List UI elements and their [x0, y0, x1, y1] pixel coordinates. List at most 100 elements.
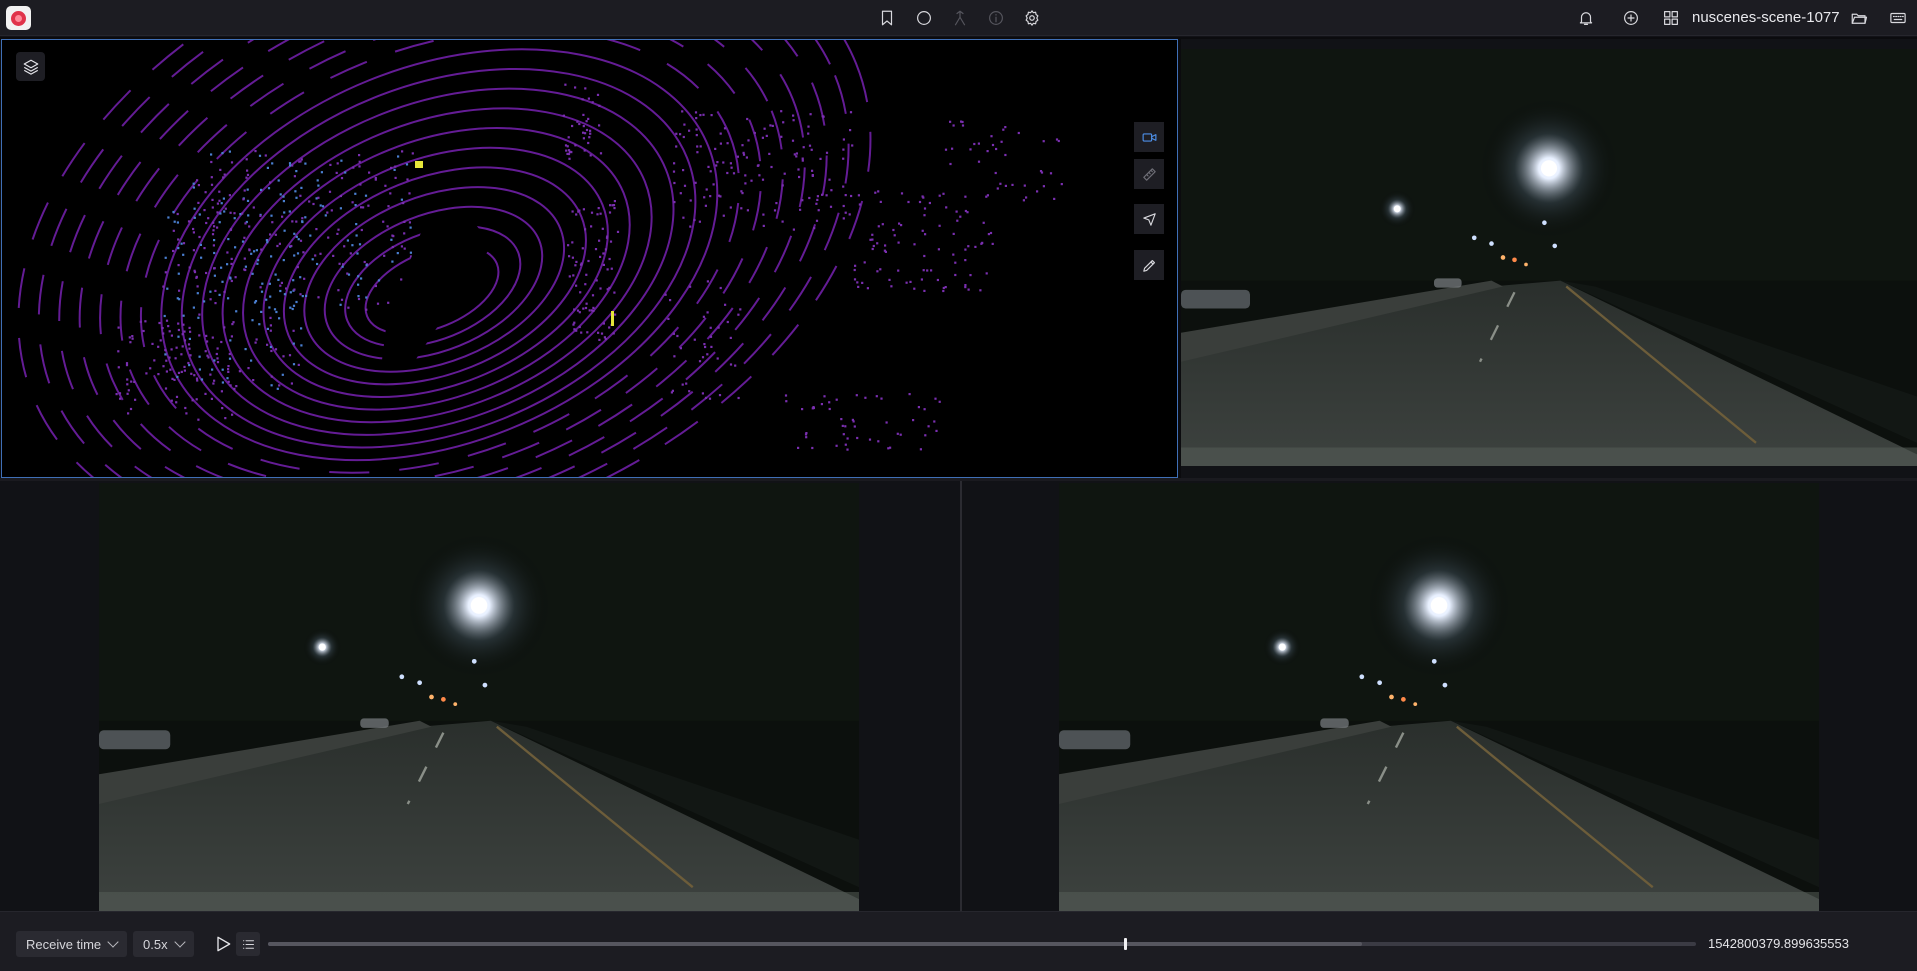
lidar-point [397, 155, 400, 158]
lidar-point [188, 347, 191, 350]
lidar-point [922, 269, 925, 272]
lidar-point [173, 220, 176, 223]
lidar-point [591, 294, 595, 297]
lidar-point [317, 296, 320, 299]
lidar-point [742, 153, 746, 156]
lidar-point [889, 446, 892, 449]
lidar-point [765, 134, 768, 137]
lidar-point [763, 127, 766, 130]
lidar-point [954, 273, 957, 277]
lidar-point [722, 214, 725, 217]
lidar-point [184, 406, 187, 410]
lidar-point [797, 446, 800, 449]
camera-panel-front-right[interactable] [962, 481, 1917, 911]
playback-speed-dropdown[interactable]: 0.5x [133, 931, 194, 957]
lidar-point [842, 148, 845, 151]
lidar-point [216, 202, 219, 205]
lidar-point [290, 244, 293, 248]
lidar-point [358, 243, 362, 246]
lidar-point [819, 157, 822, 160]
layout-icon[interactable] [1657, 4, 1685, 32]
lidar-point [709, 326, 712, 329]
bookmark-icon[interactable] [873, 4, 901, 32]
lidar-point [340, 159, 343, 162]
lidar-point [227, 380, 230, 383]
lidar-point [924, 233, 927, 236]
lidar-point [1004, 153, 1007, 157]
lidar-point [578, 209, 581, 212]
lidar-point [710, 114, 713, 117]
lidar-point [177, 322, 180, 325]
lidar-point [357, 295, 360, 298]
lidar-point [587, 97, 590, 100]
app-logo-icon[interactable] [6, 6, 31, 30]
playback-scrubber[interactable] [268, 938, 1696, 950]
lidar-point [198, 334, 201, 337]
events-list-button[interactable] [236, 932, 260, 956]
lidar-point [861, 281, 864, 284]
bell-icon[interactable] [1572, 4, 1600, 32]
add-panel-icon[interactable] [1617, 4, 1645, 32]
lidar-point [702, 113, 705, 116]
camera-panel-front-left[interactable] [0, 481, 960, 911]
lidar-point [117, 366, 120, 369]
keyboard-icon[interactable] [1884, 4, 1912, 32]
lidar-point [575, 284, 578, 287]
lidar-point [781, 184, 784, 187]
ruler-icon[interactable] [1134, 159, 1164, 189]
layers-icon[interactable] [16, 52, 45, 81]
lidar-point [830, 189, 833, 192]
lidar-point [300, 327, 303, 330]
lidar-point [316, 179, 319, 182]
lidar-point [1002, 128, 1005, 131]
camera-image [1059, 483, 1819, 911]
lidar-point [952, 253, 955, 256]
pointcloud-view[interactable] [2, 40, 1177, 477]
lidar-point [613, 291, 616, 294]
lidar-point [740, 190, 743, 193]
lidar-point [608, 211, 612, 214]
camera-icon[interactable] [1134, 122, 1164, 152]
lidar-point [783, 172, 786, 175]
lidar-point [246, 169, 249, 172]
lidar-point [295, 220, 298, 223]
lidar-point [162, 365, 165, 368]
lidar-point [600, 332, 604, 335]
lidar-point [190, 372, 193, 375]
lidar-point [840, 418, 843, 421]
lidar-point [729, 336, 732, 339]
lidar-point [198, 235, 201, 239]
lidar-point [853, 425, 856, 428]
lidar-point [782, 121, 785, 124]
lidar-point [964, 286, 967, 289]
lidar-point [207, 217, 210, 220]
time-mode-dropdown[interactable]: Receive time [16, 931, 128, 957]
lidar-point [614, 313, 617, 316]
playhead-handle[interactable] [1124, 938, 1127, 950]
lidar-point [675, 132, 678, 135]
lidar-point [291, 220, 294, 223]
camera-panel-front[interactable] [1181, 39, 1917, 478]
lidar-point [219, 212, 222, 215]
lidar-point [1053, 197, 1056, 200]
folder-open-icon[interactable] [1845, 4, 1873, 32]
lidar-point [180, 242, 183, 245]
lidar-point [740, 207, 743, 210]
lidar-point [280, 281, 283, 284]
play-button[interactable] [210, 931, 236, 957]
select-cursor-icon[interactable] [1134, 204, 1164, 234]
lidar-point [586, 331, 589, 334]
lidar-point [210, 153, 213, 156]
lidar-point [920, 278, 923, 281]
lidar-point [281, 373, 284, 376]
layout-name[interactable]: nuscenes-scene-1077 [1692, 9, 1840, 26]
record-circle-icon[interactable] [910, 4, 938, 32]
lidar-point [258, 154, 262, 157]
gear-icon[interactable] [1018, 4, 1046, 32]
pencil-icon[interactable] [1134, 250, 1164, 280]
lidar-point [338, 262, 341, 265]
lidar-point [216, 357, 219, 360]
lidar-point [949, 120, 952, 123]
3d-pointcloud-panel[interactable] [1, 39, 1178, 478]
lidar-point [403, 232, 406, 235]
